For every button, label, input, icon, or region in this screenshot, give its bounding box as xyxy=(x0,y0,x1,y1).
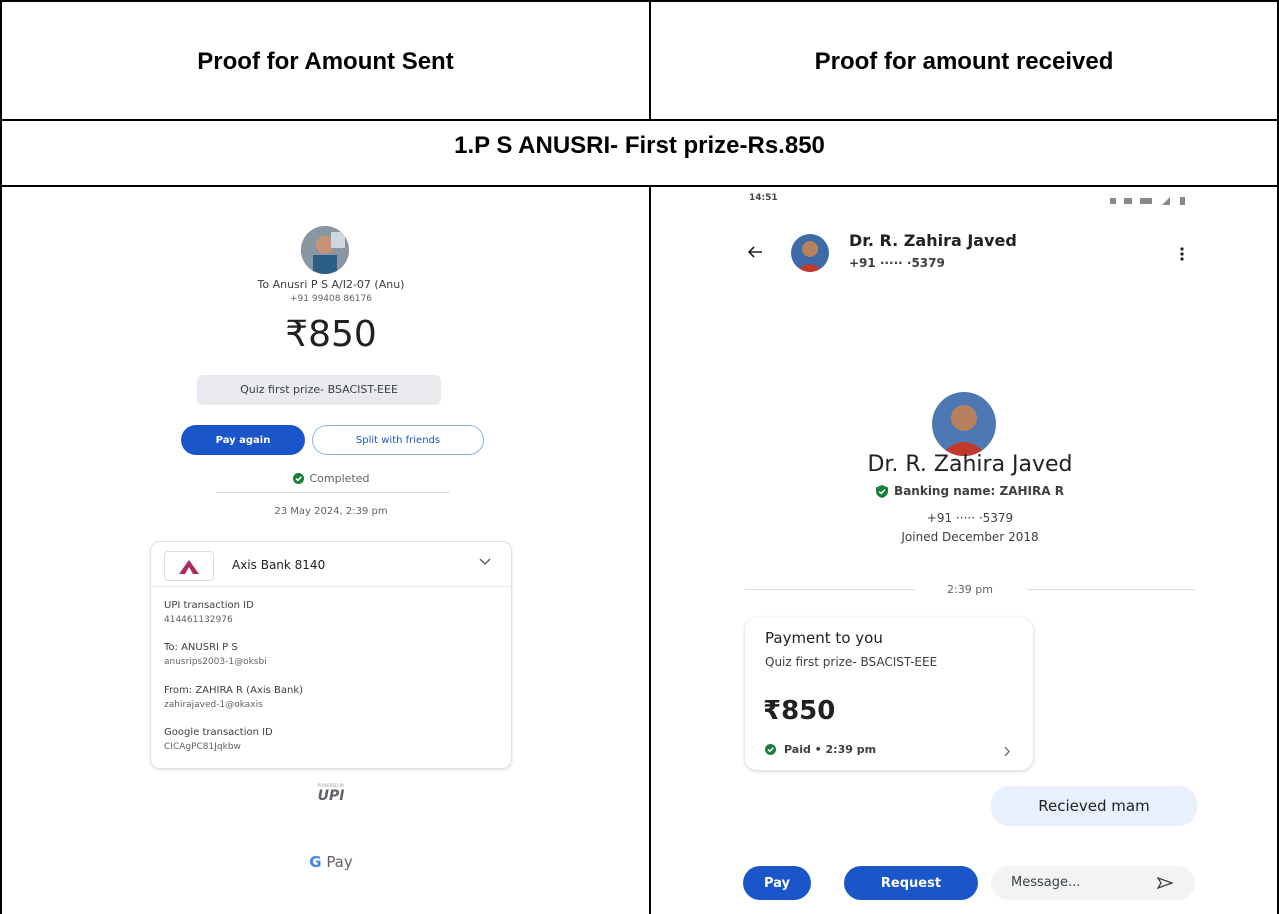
payment-note: Quiz first prize- BSACIST-EEE xyxy=(197,375,441,405)
upi-logo: UPI xyxy=(317,788,345,804)
message-placeholder: Message... xyxy=(1011,875,1081,890)
split-with-friends-button[interactable]: Split with friends xyxy=(312,425,484,455)
col2-header: Proof for amount received xyxy=(814,48,1114,75)
status-bar-icons xyxy=(1110,192,1190,211)
banking-name: Banking name: ZAHIRA R xyxy=(894,484,1064,498)
table-border-top xyxy=(0,0,1279,2)
table-divider-mid-lower xyxy=(649,186,651,914)
request-button[interactable]: Request xyxy=(844,866,978,900)
status-divider xyxy=(216,492,450,493)
sent-screenshot: To Anusri P S A/I2-07 (Anu) +91 99408 86… xyxy=(150,218,512,908)
profile-phone: +91 ····· ·5379 xyxy=(926,511,1014,525)
contact-name: Dr. R. Zahira Javed xyxy=(849,231,1017,250)
transaction-datetime: 23 May 2024, 2:39 pm xyxy=(274,506,388,517)
check-circle-icon xyxy=(292,473,304,484)
to-label: To: ANUSRI P S xyxy=(164,642,238,653)
gpay-logo: G Pay xyxy=(150,853,512,871)
joined-date: Joined December 2018 xyxy=(901,530,1039,544)
to-vpa: anusrips2003-1@oksbi xyxy=(164,657,267,667)
banking-name-row: Banking name: ZAHIRA R xyxy=(735,484,1205,498)
more-options-icon[interactable] xyxy=(1180,246,1184,265)
chat-time: 2:39 pm xyxy=(947,583,993,596)
col1-header: Proof for Amount Sent xyxy=(197,48,454,75)
signal-battery-icon xyxy=(1110,197,1185,205)
paid-check-icon xyxy=(765,744,776,755)
from-vpa: zahirajaved-1@okaxis xyxy=(164,700,263,710)
recipient-name: To Anusri P S A/I2-07 (Anu) xyxy=(257,278,405,291)
google-g-icon: G xyxy=(309,853,322,871)
pay-button[interactable]: Pay xyxy=(743,866,811,900)
status-bar-time: 14:51 xyxy=(749,193,778,203)
amount: ₹850 xyxy=(285,314,377,355)
contact-avatar xyxy=(791,234,829,272)
bank-card-divider xyxy=(150,586,512,587)
from-label: From: ZAHIRA R (Axis Bank) xyxy=(164,685,304,696)
axis-bank-logo-icon xyxy=(164,551,214,581)
card-amount: ₹850 xyxy=(763,696,836,726)
status-text: Completed xyxy=(309,472,370,485)
card-status-row: Paid • 2:39 pm xyxy=(765,743,876,756)
table-row-line-1 xyxy=(0,119,1279,121)
bank-account: Axis Bank 8140 xyxy=(232,558,326,572)
message-input[interactable]: Message... xyxy=(991,866,1195,900)
reply-bubble: Recieved mam xyxy=(991,786,1197,826)
status-row: Completed xyxy=(150,472,512,485)
card-status: Paid • 2:39 pm xyxy=(784,743,877,756)
upi-id-label: UPI transaction ID xyxy=(164,600,254,611)
received-screenshot: 14:51 Dr. R. Zahira Javed +91 ····· ·537… xyxy=(735,186,1205,908)
card-title: Payment to you xyxy=(765,629,883,647)
row-title: 1.P S ANUSRI- First prize-Rs.850 xyxy=(454,132,825,159)
recipient-avatar xyxy=(301,226,349,274)
back-arrow-icon[interactable] xyxy=(747,244,763,263)
card-note: Quiz first prize- BSACIST-EEE xyxy=(765,655,938,669)
profile-name: Dr. R. Zahira Javed xyxy=(867,452,1073,477)
google-id-value: CICAgPC81Jqkbw xyxy=(164,742,241,752)
profile-avatar xyxy=(932,392,996,456)
google-id-label: Google transaction ID xyxy=(164,727,273,738)
pay-again-button[interactable]: Pay again xyxy=(181,425,305,455)
upi-id-value: 414461132976 xyxy=(164,615,233,625)
contact-phone: +91 ····· ·5379 xyxy=(849,256,945,270)
verified-shield-icon xyxy=(876,484,889,498)
recipient-phone: +91 99408 86176 xyxy=(290,294,372,304)
card-chevron-right-icon xyxy=(1003,742,1011,761)
person-photo-icon xyxy=(301,226,349,274)
send-icon[interactable] xyxy=(1157,877,1173,889)
gpay-text: Pay xyxy=(326,853,353,871)
chevron-down-icon[interactable] xyxy=(478,554,492,570)
